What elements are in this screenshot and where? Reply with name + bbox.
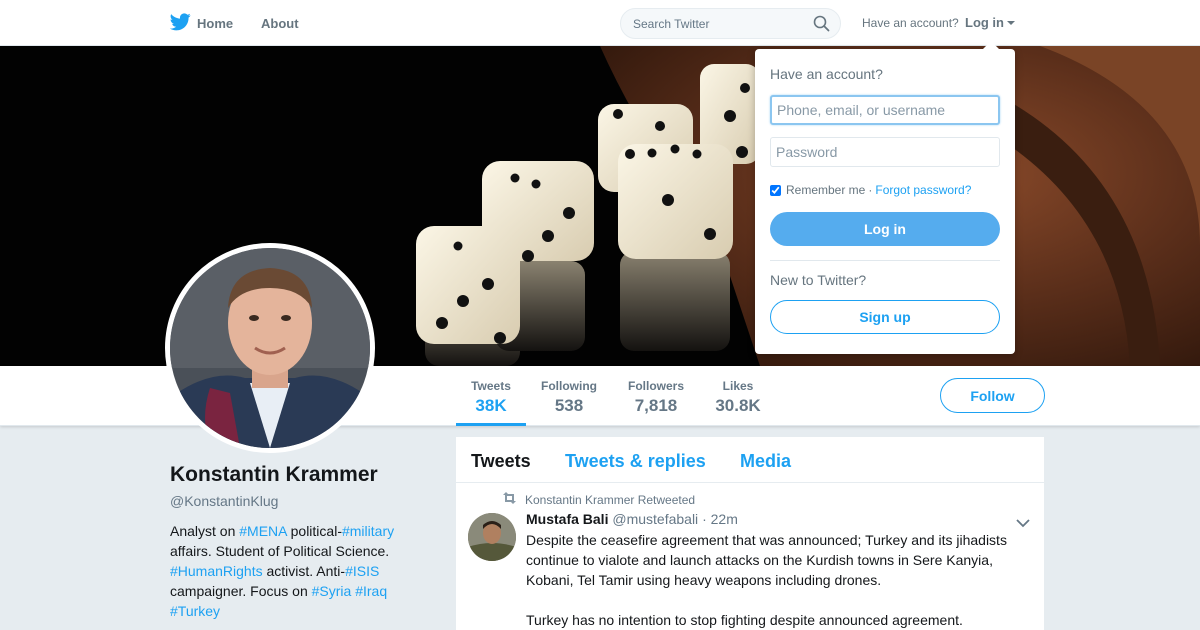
stat-tweets[interactable]: Tweets 38K: [456, 366, 526, 426]
nav-home-label: Home: [197, 15, 234, 31]
timeline: Tweets Tweets & replies Media Konstantin…: [456, 437, 1044, 630]
profile-handle[interactable]: @KonstantinKlug: [170, 493, 430, 509]
caret-down-icon: [1007, 20, 1015, 25]
tweet-paragraph: Turkey has no intention to stop fighting…: [526, 612, 963, 628]
divider: [770, 260, 1000, 261]
profile-name[interactable]: Konstantin Krammer: [170, 463, 430, 487]
stat-followers-label: Followers: [627, 379, 684, 393]
hashtag-link[interactable]: #Turkey: [170, 603, 220, 619]
password-field[interactable]: [770, 137, 1000, 167]
tab-media[interactable]: Media: [740, 451, 791, 472]
tweet-author-name[interactable]: Mustafa Bali: [526, 511, 608, 527]
hashtag-link[interactable]: #MENA: [239, 523, 286, 539]
tweet-header: Mustafa Bali @mustefabali · 22m: [526, 511, 738, 527]
stat-followers[interactable]: Followers 7,818: [621, 366, 691, 426]
profile-card: Konstantin Krammer @KonstantinKlug Analy…: [170, 463, 430, 621]
hashtag-link[interactable]: #Syria: [312, 583, 352, 599]
stat-likes-value: 30.8K: [715, 396, 761, 415]
bio-text: Analyst on: [170, 523, 240, 539]
bio-text: affairs. Student of Political Science.: [170, 543, 390, 559]
twitter-bird-icon: [169, 12, 197, 34]
stat-following[interactable]: Following 538: [535, 366, 603, 426]
stat-following-value: 538: [554, 396, 584, 415]
stat-likes-label: Likes: [722, 379, 754, 393]
stat-likes[interactable]: Likes 30.8K: [707, 366, 769, 426]
tweet-author-avatar[interactable]: [468, 513, 516, 561]
bio-text: campaigner. Focus on: [170, 583, 312, 599]
bio-text: activist. Anti-: [262, 563, 346, 579]
tab-tweets[interactable]: Tweets: [471, 451, 531, 472]
follow-button[interactable]: Follow: [940, 378, 1045, 413]
login-dropdown: Have an account? Remember me · Forgot pa…: [755, 41, 1015, 354]
login-button[interactable]: Log in: [770, 212, 1000, 246]
nav-about-link[interactable]: About: [261, 0, 299, 46]
bio-text: political-: [286, 523, 342, 539]
retweet-context-text[interactable]: Konstantin Krammer Retweeted: [525, 493, 695, 507]
login-dropdown-toggle[interactable]: Log in: [965, 15, 1015, 30]
new-to-twitter-text: New to Twitter?: [770, 272, 867, 288]
stat-tweets-value: 38K: [475, 396, 507, 415]
hashtag-link[interactable]: #HumanRights: [170, 563, 263, 579]
remember-separator: ·: [868, 183, 873, 197]
nav-home-link[interactable]: Home: [169, 0, 234, 46]
retweet-context: Konstantin Krammer Retweeted: [502, 492, 695, 507]
forgot-password-link[interactable]: Forgot password?: [875, 183, 971, 197]
tweet-timestamp[interactable]: 22m: [711, 511, 738, 527]
tweet-separator: ·: [702, 511, 707, 527]
tweet-author-handle[interactable]: @mustefabali: [612, 511, 698, 527]
retweet-icon: [502, 492, 525, 507]
hashtag-link[interactable]: #Iraq: [355, 583, 387, 599]
search-input[interactable]: [621, 9, 801, 38]
remember-me-row: Remember me · Forgot password?: [770, 183, 971, 197]
remember-me-label[interactable]: Remember me: [786, 183, 865, 197]
signup-button[interactable]: Sign up: [770, 300, 1000, 334]
stat-followers-value: 7,818: [634, 396, 678, 415]
tweet-text: Despite the ceasefire agreement that was…: [526, 530, 1031, 630]
hashtag-link[interactable]: #ISIS: [345, 563, 379, 579]
login-toggle-label: Log in: [965, 15, 1004, 30]
profile-avatar[interactable]: [165, 243, 375, 453]
tab-tweets-and-replies[interactable]: Tweets & replies: [565, 451, 706, 472]
username-field[interactable]: [770, 95, 1000, 125]
have-account-text: Have an account?: [862, 16, 959, 30]
login-dropdown-title: Have an account?: [770, 66, 883, 82]
stat-tweets-label: Tweets: [471, 379, 511, 393]
remember-me-checkbox[interactable]: [770, 184, 781, 196]
search-box: [620, 8, 841, 39]
tweet-paragraph: Despite the ceasefire agreement that was…: [526, 532, 1007, 588]
hashtag-link[interactable]: #military: [342, 523, 394, 539]
stat-following-label: Following: [541, 379, 597, 393]
search-icon[interactable]: [813, 15, 830, 37]
timeline-tabs: Tweets Tweets & replies Media: [456, 437, 1044, 483]
profile-bio: Analyst on #MENA political-#military aff…: [170, 521, 430, 621]
top-navigation: Home About Have an account? Log in: [0, 0, 1200, 46]
